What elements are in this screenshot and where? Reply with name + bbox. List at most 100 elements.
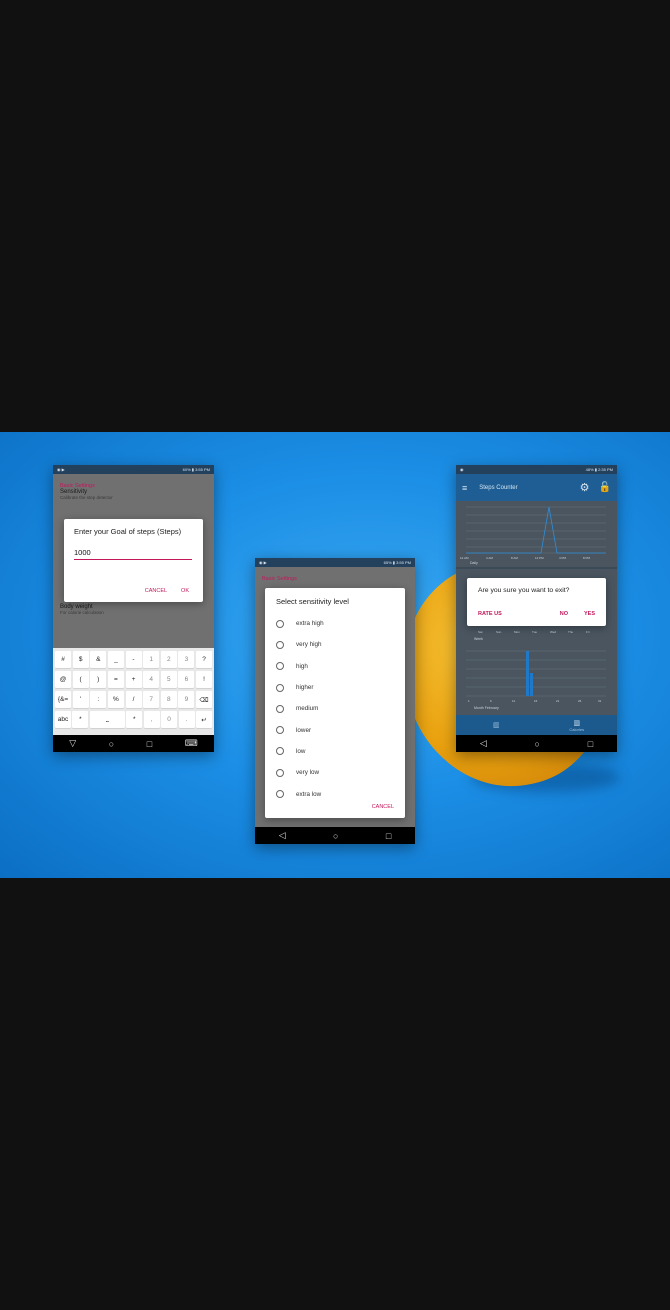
key[interactable]: abc bbox=[55, 711, 71, 728]
cancel-button[interactable]: CANCEL bbox=[372, 804, 394, 810]
radio-icon[interactable] bbox=[276, 619, 284, 628]
key[interactable]: # bbox=[55, 651, 71, 668]
option-extra-high[interactable]: extra high bbox=[276, 613, 394, 634]
home-icon[interactable]: ○ bbox=[535, 739, 540, 749]
key[interactable]: , bbox=[143, 711, 160, 728]
tab-calories[interactable]: ▥ Calories bbox=[537, 715, 618, 735]
key[interactable]: + bbox=[125, 671, 142, 688]
x-tick: Wed bbox=[550, 630, 556, 634]
x-tick: 6 bbox=[490, 699, 492, 703]
key[interactable]: * bbox=[72, 711, 89, 728]
option-low[interactable]: low bbox=[276, 741, 394, 762]
bottom-tabs: ▥ ▥ Calories bbox=[456, 715, 617, 735]
menu-icon[interactable]: ≡ bbox=[462, 483, 467, 493]
back-icon[interactable]: ◁ bbox=[279, 830, 286, 841]
radio-icon[interactable] bbox=[276, 726, 284, 735]
key[interactable]: / bbox=[125, 691, 142, 708]
cancel-button[interactable]: CANCEL bbox=[145, 588, 167, 594]
goal-steps-dialog: Enter your Goal of steps (Steps) 1000 CA… bbox=[64, 519, 203, 602]
x-tick: 8 PM bbox=[583, 556, 591, 560]
key[interactable]: 0 bbox=[161, 711, 178, 728]
x-tick: 11 bbox=[512, 699, 515, 703]
x-tick: 16 bbox=[534, 699, 538, 703]
key[interactable]: $ bbox=[72, 651, 89, 668]
key[interactable]: 4 bbox=[143, 671, 160, 688]
radio-icon[interactable] bbox=[276, 683, 284, 692]
gear-icon[interactable]: ⚙ bbox=[580, 481, 590, 494]
option-medium[interactable]: medium bbox=[276, 698, 394, 719]
ok-button[interactable]: OK bbox=[181, 588, 189, 594]
option-very-low[interactable]: very low bbox=[276, 762, 394, 783]
sensitivity-dialog: Select sensitivity level extra high very… bbox=[265, 588, 405, 818]
key[interactable]: & bbox=[90, 651, 107, 668]
option-very-high[interactable]: very high bbox=[276, 634, 394, 655]
key[interactable]: 8 bbox=[160, 691, 177, 708]
month-bar bbox=[530, 673, 533, 696]
key[interactable]: = bbox=[107, 671, 124, 688]
key[interactable]: ! bbox=[196, 671, 212, 688]
dialog-title: Are you sure you want to exit? bbox=[478, 587, 570, 594]
key[interactable]: ) bbox=[90, 671, 107, 688]
home-icon[interactable]: ○ bbox=[333, 831, 338, 841]
status-bar: ◉ ▶ 60% ▮ 3:55 PM bbox=[53, 465, 214, 474]
keyboard-icon[interactable]: ⌨ bbox=[185, 738, 198, 749]
key[interactable]: @ bbox=[55, 671, 71, 688]
x-tick: 4 AM bbox=[486, 556, 493, 560]
key[interactable]: - bbox=[125, 651, 142, 668]
no-button[interactable]: NO bbox=[560, 611, 568, 617]
option-lower[interactable]: lower bbox=[276, 719, 394, 740]
setting-subtitle: For calorie calculation bbox=[60, 610, 104, 615]
android-nav-bar: ▽ ○ □ ⌨ bbox=[53, 735, 214, 752]
option-higher[interactable]: higher bbox=[276, 677, 394, 698]
key[interactable]: 1 bbox=[143, 651, 160, 668]
key[interactable]: : bbox=[90, 691, 107, 708]
recents-icon[interactable]: □ bbox=[386, 831, 391, 841]
space-key[interactable]: ⎵ bbox=[89, 711, 125, 728]
key[interactable]: % bbox=[107, 691, 124, 708]
radio-icon[interactable] bbox=[276, 704, 284, 713]
radio-icon[interactable] bbox=[276, 747, 284, 756]
key[interactable]: _ bbox=[107, 651, 124, 668]
key[interactable]: 7 bbox=[143, 691, 160, 708]
rate-us-button[interactable]: RATE US bbox=[478, 611, 544, 617]
key[interactable]: {&= bbox=[55, 691, 71, 708]
key[interactable]: ? bbox=[196, 651, 212, 668]
key[interactable]: 3 bbox=[178, 651, 195, 668]
status-icons-left: ◉ ▶ bbox=[57, 467, 65, 472]
tab-steps[interactable]: ▥ bbox=[456, 715, 537, 735]
status-icons-left: ◉ ▶ bbox=[259, 560, 267, 565]
key[interactable]: * bbox=[126, 711, 143, 728]
status-bar: ◉ ▶ 65% ▮ 3:55 PM bbox=[255, 558, 415, 567]
enter-key[interactable]: ↵ bbox=[195, 711, 212, 728]
back-icon[interactable]: ◁ bbox=[480, 738, 487, 749]
recents-icon[interactable]: □ bbox=[588, 739, 593, 749]
x-tick: 1 bbox=[468, 699, 470, 703]
legend-week: Week bbox=[474, 637, 483, 641]
daily-chart-svg: Daily 12 AM 4 AM 8 AM 12 PM 4 PM 8 PM bbox=[460, 506, 606, 565]
option-extra-low[interactable]: extra low bbox=[276, 783, 394, 804]
radio-icon[interactable] bbox=[276, 768, 284, 777]
key[interactable]: 2 bbox=[160, 651, 177, 668]
x-tick: 4 PM bbox=[559, 556, 567, 560]
recents-icon[interactable]: □ bbox=[147, 739, 152, 749]
lock-icon[interactable]: 🔓 bbox=[599, 482, 611, 493]
back-icon[interactable]: ▽ bbox=[69, 738, 76, 749]
option-label: extra high bbox=[296, 620, 324, 628]
key[interactable]: 9 bbox=[178, 691, 195, 708]
radio-icon[interactable] bbox=[276, 662, 284, 671]
key[interactable]: ' bbox=[72, 691, 89, 708]
android-nav-bar: ◁ ○ □ bbox=[456, 735, 617, 752]
key[interactable]: . bbox=[178, 711, 195, 728]
option-high[interactable]: high bbox=[276, 656, 394, 677]
goal-steps-input[interactable]: 1000 bbox=[74, 548, 192, 560]
backspace-key[interactable]: ⌫ bbox=[196, 691, 212, 708]
yes-button[interactable]: YES bbox=[584, 611, 595, 617]
home-icon[interactable]: ○ bbox=[109, 739, 114, 749]
x-tick: Thu bbox=[568, 630, 574, 634]
key[interactable]: 5 bbox=[160, 671, 177, 688]
key[interactable]: 6 bbox=[178, 671, 195, 688]
radio-icon[interactable] bbox=[276, 640, 284, 649]
setting-subtitle: Calibrate the step detector bbox=[60, 495, 113, 500]
radio-icon[interactable] bbox=[276, 790, 284, 799]
key[interactable]: ( bbox=[72, 671, 89, 688]
